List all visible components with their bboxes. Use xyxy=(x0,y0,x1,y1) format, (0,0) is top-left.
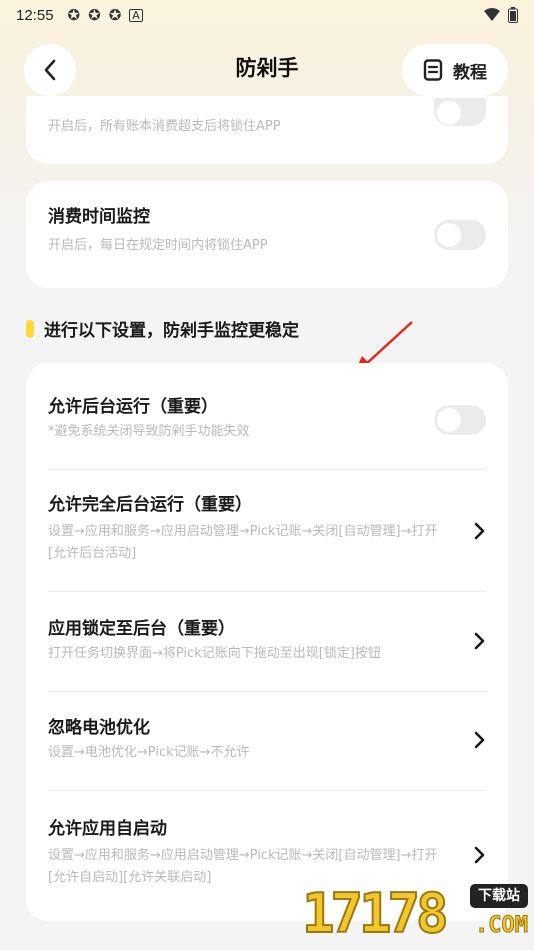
settings-row-background[interactable]: 允许后台运行（重要） *避免系统关闭导致防剁手功能失效 xyxy=(48,395,486,443)
time-monitor-title: 消费时间监控 xyxy=(48,207,150,227)
settings-row-title: 允许完全后台运行（重要） xyxy=(48,495,252,515)
tutorial-label: 教程 xyxy=(453,62,487,83)
overspend-lock-toggle[interactable] xyxy=(434,98,486,126)
tutorial-button[interactable]: 教程 xyxy=(402,44,508,96)
time-monitor-card: 消费时间监控 开启后，每日在规定时间内将锁住APP xyxy=(26,181,508,288)
app-icon: ✪ xyxy=(88,5,101,24)
settings-row-title: 应用锁定至后台（重要） xyxy=(48,619,235,639)
watermark-logo: 17178 下载站 .COM xyxy=(301,878,529,948)
settings-row-lock-app[interactable]: 应用锁定至后台（重要） 打开任务切换界面→将Pick记账向下拖动至出现[锁定]按… xyxy=(48,617,486,665)
status-right xyxy=(484,7,518,23)
overspend-lock-desc: 开启后，所有账本消费超支后将锁住APP xyxy=(48,119,281,134)
divider xyxy=(48,591,486,592)
section-accent-bar xyxy=(26,319,34,338)
app-icon: ✪ xyxy=(67,5,81,24)
chevron-right-icon xyxy=(474,846,485,864)
watermark-domain: .COM xyxy=(475,913,529,939)
settings-row-desc: 设置→电池优化→Pick记账→不允许 xyxy=(48,745,250,760)
settings-row-title: 允许后台运行（重要） xyxy=(48,397,218,417)
settings-row-desc: 打开任务切换界面→将Pick记账向下拖动至出现[锁定]按钮 xyxy=(48,646,381,661)
settings-row-full-background[interactable]: 允许完全后台运行（重要） 设置→应用和服务→应用启动管理→Pick记账→关闭[自… xyxy=(48,493,486,565)
divider xyxy=(48,790,486,791)
overspend-lock-row: 开启后，所有账本消费超支后将锁住APP xyxy=(48,116,486,138)
watermark-number: 17178 xyxy=(301,882,450,945)
settings-row-desc: *避免系统关闭导致防剁手功能失效 xyxy=(48,424,250,439)
time-monitor-row: 消费时间监控 开启后，每日在规定时间内将锁住APP xyxy=(48,205,486,257)
settings-row-battery[interactable]: 忽略电池优化 设置→电池优化→Pick记账→不允许 xyxy=(48,716,486,764)
chevron-right-icon xyxy=(474,731,485,749)
wifi-icon xyxy=(484,8,500,21)
stability-settings-card: 允许后台运行（重要） *避免系统关闭导致防剁手功能失效 允许完全后台运行（重要）… xyxy=(26,363,508,921)
chevron-right-icon xyxy=(474,522,485,540)
divider xyxy=(48,469,486,470)
status-time: 12:55 xyxy=(16,6,54,24)
notification-icon: A xyxy=(129,8,143,22)
settings-row-desc: 设置→应用和服务→应用启动管理→Pick记账→关闭[自动管理]→打开[允许后台活… xyxy=(48,524,438,561)
overspend-lock-card: 开启后，所有账本消费超支后将锁住APP xyxy=(26,96,508,164)
section-heading-text: 进行以下设置，防剁手监控更稳定 xyxy=(44,321,299,341)
status-bar: 12:55 ✪ ✪ ✪ A xyxy=(0,0,534,30)
time-monitor-desc: 开启后，每日在规定时间内将锁住APP xyxy=(48,238,268,253)
book-icon xyxy=(423,59,443,81)
watermark-badge: 下载站 xyxy=(470,884,528,908)
settings-row-title: 允许应用自启动 xyxy=(48,819,167,839)
app-icon: ✪ xyxy=(108,5,122,24)
divider xyxy=(48,691,486,692)
battery-icon xyxy=(508,7,518,23)
time-monitor-toggle[interactable] xyxy=(434,220,486,250)
chevron-right-icon xyxy=(474,632,485,650)
settings-row-title: 忽略电池优化 xyxy=(48,718,150,738)
section-heading: 进行以下设置，防剁手监控更稳定 xyxy=(26,316,299,341)
status-icons: ✪ ✪ ✪ A xyxy=(67,5,143,24)
background-run-toggle[interactable] xyxy=(434,405,486,435)
